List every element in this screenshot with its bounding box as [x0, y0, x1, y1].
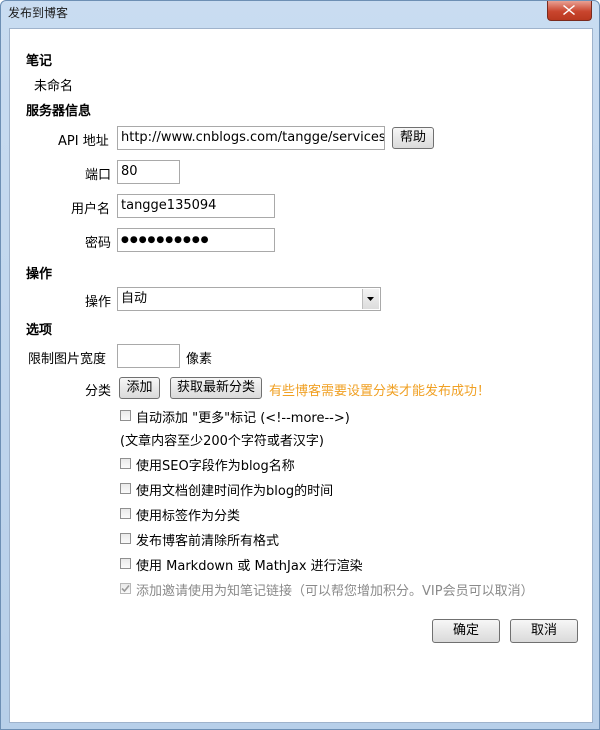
ok-button[interactable]: 确定 — [432, 619, 500, 643]
close-icon — [563, 5, 575, 15]
category-warning: 有些博客需要设置分类才能发布成功！ — [269, 384, 491, 399]
title-bar[interactable]: 发布到博客 — [1, 1, 599, 23]
image-width-input[interactable] — [117, 344, 180, 368]
username-input[interactable]: tangge135094 — [117, 194, 275, 218]
fetch-categories-button[interactable]: 获取最新分类 — [170, 377, 262, 399]
checkbox-label: 自动添加 "更多"标记 (<!--more-->) — [136, 411, 350, 426]
checkbox-box — [120, 583, 131, 594]
operation-label: 操作 — [85, 295, 112, 310]
username-label: 用户名 — [71, 202, 111, 217]
password-input[interactable]: ●●●●●●●●●● — [117, 228, 275, 252]
operation-heading: 操作 — [26, 267, 53, 282]
checkbox-box[interactable] — [120, 410, 131, 421]
checkbox-label: 发布博客前清除所有格式 — [136, 534, 280, 549]
close-button[interactable] — [547, 1, 592, 21]
more-note: (文章内容至少200个字符或者汉字) — [120, 434, 324, 449]
api-label: API 地址 — [58, 134, 109, 149]
port-input[interactable]: 80 — [117, 160, 180, 184]
note-heading: 笔记 — [26, 54, 53, 69]
checkbox-label: 使用标签作为分类 — [136, 509, 241, 524]
dialog-window: 发布到博客 笔记 未命名 服务器信息 API 地址 http://www.cnb… — [0, 0, 600, 730]
checkbox-box[interactable] — [120, 458, 131, 469]
api-url-input[interactable]: http://www.cnblogs.com/tangge/services/m… — [117, 126, 385, 150]
checkbox-box[interactable] — [120, 508, 131, 519]
image-width-label: 限制图片宽度 — [28, 352, 107, 367]
checkbox-label: 添加邀请使用为知笔记链接（可以帮您增加积分。VIP会员可以取消） — [136, 584, 534, 599]
checkbox-label: 使用 Markdown 或 MathJax 进行渲染 — [136, 559, 363, 574]
category-label: 分类 — [85, 384, 112, 399]
dropdown-arrow[interactable] — [362, 289, 379, 309]
checkbox-box[interactable] — [120, 533, 131, 544]
checkmark-icon — [121, 584, 130, 593]
server-heading: 服务器信息 — [26, 104, 92, 119]
note-name: 未命名 — [34, 79, 74, 94]
operation-selected-value: 自动 — [121, 291, 148, 306]
dialog-content: 笔记 未命名 服务器信息 API 地址 http://www.cnblogs.c… — [9, 28, 593, 723]
cancel-button[interactable]: 取消 — [510, 619, 578, 643]
checkbox-label: 使用SEO字段作为blog名称 — [136, 459, 295, 474]
options-heading: 选项 — [26, 323, 53, 338]
checkbox-label: 使用文档创建时间作为blog的时间 — [136, 484, 334, 499]
image-width-unit: 像素 — [186, 352, 213, 367]
chevron-down-icon — [367, 297, 374, 301]
operation-select[interactable]: 自动 — [117, 287, 381, 311]
help-button[interactable]: 帮助 — [392, 127, 434, 149]
checkbox-box[interactable] — [120, 558, 131, 569]
window-title: 发布到博客 — [8, 6, 69, 20]
port-label: 端口 — [85, 168, 112, 183]
checkbox-box[interactable] — [120, 483, 131, 494]
add-category-button[interactable]: 添加 — [119, 377, 160, 399]
password-label: 密码 — [85, 236, 112, 251]
